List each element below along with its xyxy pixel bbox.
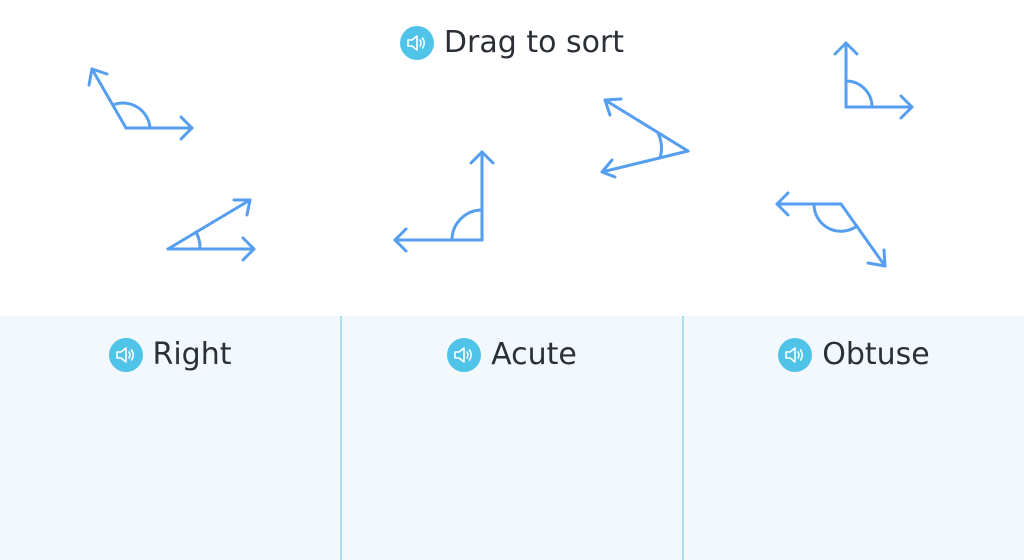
prompt-text: Drag to sort (443, 25, 625, 60)
acute-angle-icon (600, 97, 690, 179)
right-angle-card-1[interactable] (385, 140, 500, 253)
bin-label: Right (152, 337, 232, 372)
bin-label: Obtuse (822, 337, 930, 372)
bin-label: Acute (491, 337, 577, 372)
right-angle-icon (393, 150, 495, 253)
bin-obtuse[interactable]: Obtuse (682, 316, 1024, 560)
acute-angle-card-2[interactable] (595, 90, 695, 185)
prompt-speaker-icon[interactable] (399, 26, 434, 60)
acute-angle-card-1[interactable] (160, 190, 260, 265)
prompt-header: Drag to sort (0, 22, 1024, 64)
obtuse-angle-card-2[interactable] (765, 180, 895, 275)
bin-right[interactable]: Right (0, 316, 340, 560)
obtuse-angle-icon (775, 191, 887, 268)
bin-speaker-icon[interactable] (108, 338, 143, 372)
acute-angle-icon (166, 198, 256, 262)
bin-speaker-icon[interactable] (447, 338, 482, 372)
bin-header: Acute (342, 336, 682, 374)
bin-speaker-icon[interactable] (778, 338, 813, 372)
obtuse-angle-icon (87, 67, 194, 141)
sort-bins: Right Acute Obtuse (0, 316, 1024, 560)
obtuse-angle-card-1[interactable] (80, 60, 200, 145)
bin-header: Right (0, 336, 340, 374)
sort-activity: Drag to sort Right Acute Obtuse (0, 0, 1024, 560)
bin-acute[interactable]: Acute (340, 316, 682, 560)
bin-header: Obtuse (684, 336, 1024, 374)
